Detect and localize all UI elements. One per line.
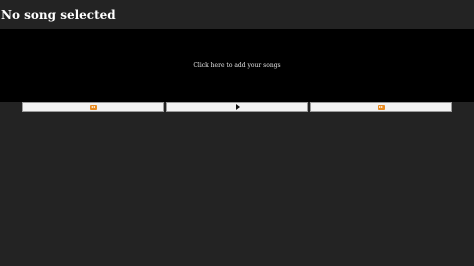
add-songs-area[interactable]: Click here to add your songs	[0, 29, 474, 102]
playback-controls	[22, 102, 452, 112]
play-button[interactable]	[166, 102, 308, 112]
song-title: No song selected	[1, 8, 116, 22]
add-songs-prompt[interactable]: Click here to add your songs	[193, 62, 280, 70]
previous-button[interactable]	[22, 102, 164, 112]
previous-icon	[89, 104, 97, 110]
next-icon	[377, 104, 385, 110]
play-icon	[235, 104, 240, 110]
next-button[interactable]	[310, 102, 452, 112]
